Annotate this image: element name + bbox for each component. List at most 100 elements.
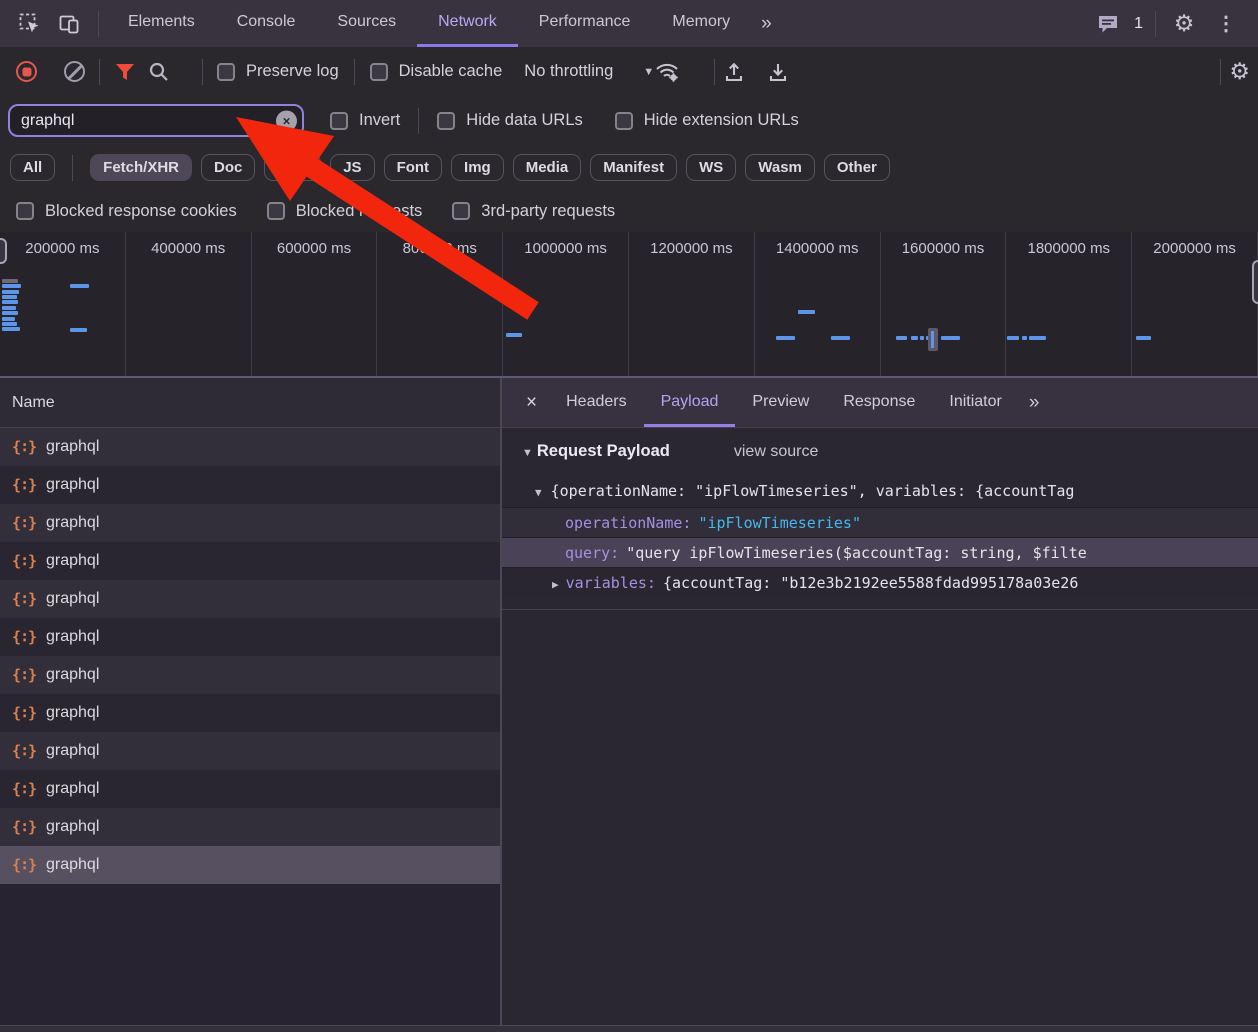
preserve-log-label[interactable]: Preserve log [246, 62, 339, 81]
view-source-link[interactable]: view source [734, 443, 818, 461]
detail-tab-initiator[interactable]: Initiator [932, 378, 1018, 427]
throttling-select[interactable]: No throttling ▼ [524, 62, 654, 81]
checkbox-label[interactable]: Blocked response cookies [45, 202, 237, 221]
checkbox[interactable] [437, 112, 455, 130]
detail-tab-headers[interactable]: Headers [549, 378, 643, 427]
checkbox-label[interactable]: 3rd-party requests [481, 202, 615, 221]
network-conditions-icon[interactable] [654, 60, 706, 84]
filter-chip-all[interactable]: All [10, 154, 55, 181]
more-detail-tabs-icon[interactable]: » [1019, 392, 1048, 414]
filter-chip-css[interactable]: CSS [264, 154, 321, 181]
payload-root-row[interactable]: ▼{operationName: "ipFlowTimeseries", var… [502, 476, 1258, 507]
table-row[interactable]: {∶}graphql [0, 846, 500, 884]
filter-funnel-icon[interactable] [114, 61, 148, 82]
invert-checkbox[interactable]: Invert [330, 111, 400, 130]
waterfall-bar [1022, 336, 1027, 340]
more-panels-icon[interactable]: » [751, 13, 780, 35]
payload-query-row[interactable]: query:"query ipFlowTimeseries($accountTa… [502, 537, 1258, 567]
clear-filter-icon[interactable]: × [276, 110, 297, 131]
tab-network[interactable]: Network [417, 0, 518, 47]
table-row[interactable]: {∶}graphql [0, 504, 500, 542]
table-row[interactable]: {∶}graphql [0, 542, 500, 580]
filter-chip-wasm[interactable]: Wasm [745, 154, 815, 181]
filter-chip-font[interactable]: Font [384, 154, 442, 181]
import-har-icon[interactable] [723, 61, 767, 83]
waterfall-bar [2, 311, 18, 315]
disable-cache-checkbox[interactable]: Disable cache [370, 62, 503, 81]
blocked-response-cookies-checkbox[interactable]: Blocked response cookies [16, 202, 237, 221]
customize-menu-icon[interactable]: ⋮ [1204, 11, 1248, 36]
filter-input[interactable] [8, 104, 304, 137]
disable-cache-label[interactable]: Disable cache [399, 62, 503, 81]
close-panel-icon[interactable]: × [514, 392, 549, 414]
timeline-tick-label: 2000000 ms [1132, 240, 1257, 257]
settings-gear-icon[interactable]: ⚙ [1164, 0, 1204, 47]
table-row[interactable]: {∶}graphql [0, 656, 500, 694]
name-column-header[interactable]: Name [0, 378, 500, 428]
table-row[interactable]: {∶}graphql [0, 580, 500, 618]
hide-extension-urls-label[interactable]: Hide extension URLs [644, 111, 799, 130]
timeline-segment: 800000 ms [377, 232, 503, 376]
filter-chip-ws[interactable]: WS [686, 154, 736, 181]
filter-chip-manifest[interactable]: Manifest [590, 154, 677, 181]
filter-chip-doc[interactable]: Doc [201, 154, 255, 181]
checkbox-label[interactable]: Blocked requests [296, 202, 423, 221]
inspect-element-icon[interactable] [10, 0, 50, 47]
network-settings-gear-icon[interactable]: ⚙ [1229, 60, 1250, 83]
issues-message-icon[interactable] [1088, 0, 1128, 47]
tab-performance[interactable]: Performance [518, 0, 652, 47]
divider [99, 59, 100, 85]
search-icon[interactable] [148, 61, 188, 83]
collapse-icon[interactable]: ▼ [522, 447, 533, 459]
record-network-log-button[interactable] [16, 61, 37, 82]
waterfall-bar [2, 317, 15, 321]
table-row[interactable]: {∶}graphql [0, 808, 500, 846]
preserve-log-checkbox[interactable]: Preserve log [217, 62, 339, 81]
issues-count-badge[interactable]: 1 [1134, 15, 1143, 33]
filter-chip-media[interactable]: Media [513, 154, 582, 181]
network-overview-timeline[interactable]: 200000 ms400000 ms600000 ms800000 ms1000… [0, 232, 1258, 378]
tab-elements[interactable]: Elements [107, 0, 216, 47]
expand-icon[interactable]: ▶ [552, 578, 559, 591]
selected-request-marker [928, 328, 938, 351]
tab-console[interactable]: Console [216, 0, 317, 47]
3rd-party-requests-checkbox[interactable]: 3rd-party requests [452, 202, 615, 221]
hide-extension-urls-checkbox[interactable]: Hide extension URLs [615, 111, 799, 130]
tab-memory[interactable]: Memory [651, 0, 751, 47]
tab-sources[interactable]: Sources [316, 0, 417, 47]
checkbox[interactable] [452, 202, 470, 220]
overview-right-handle[interactable] [1252, 260, 1258, 304]
clear-network-log-button[interactable] [64, 61, 85, 82]
filter-chip-img[interactable]: Img [451, 154, 504, 181]
table-row[interactable]: {∶}graphql [0, 694, 500, 732]
filter-chip-other[interactable]: Other [824, 154, 890, 181]
export-har-icon[interactable] [767, 61, 811, 83]
hide-data-urls-label[interactable]: Hide data URLs [466, 111, 582, 130]
collapse-icon[interactable]: ▼ [535, 486, 542, 499]
device-toolbar-icon[interactable] [50, 0, 90, 47]
detail-tab-preview[interactable]: Preview [735, 378, 826, 427]
table-row[interactable]: {∶}graphql [0, 618, 500, 656]
checkbox[interactable] [217, 63, 235, 81]
checkbox[interactable] [370, 63, 388, 81]
timeline-segment: 200000 ms [0, 232, 126, 376]
request-name: graphql [46, 438, 99, 456]
filter-chip-js[interactable]: JS [330, 154, 374, 181]
table-row[interactable]: {∶}graphql [0, 466, 500, 504]
checkbox[interactable] [615, 112, 633, 130]
detail-tab-response[interactable]: Response [826, 378, 932, 427]
overview-left-handle[interactable] [0, 238, 7, 264]
table-row[interactable]: {∶}graphql [0, 428, 500, 466]
blocked-requests-checkbox[interactable]: Blocked requests [267, 202, 423, 221]
hide-data-urls-checkbox[interactable]: Hide data URLs [437, 111, 582, 130]
checkbox[interactable] [267, 202, 285, 220]
payload-variables-row[interactable]: ▶variables:{accountTag: "b12e3b2192ee558… [502, 567, 1258, 597]
checkbox[interactable] [16, 202, 34, 220]
table-row[interactable]: {∶}graphql [0, 732, 500, 770]
checkbox[interactable] [330, 112, 348, 130]
filter-chip-fetchxhr[interactable]: Fetch/XHR [90, 154, 192, 181]
payload-operation-name-row[interactable]: operationName:"ipFlowTimeseries" [502, 507, 1258, 537]
table-row[interactable]: {∶}graphql [0, 770, 500, 808]
detail-tab-payload[interactable]: Payload [644, 378, 736, 427]
invert-label[interactable]: Invert [359, 111, 400, 130]
